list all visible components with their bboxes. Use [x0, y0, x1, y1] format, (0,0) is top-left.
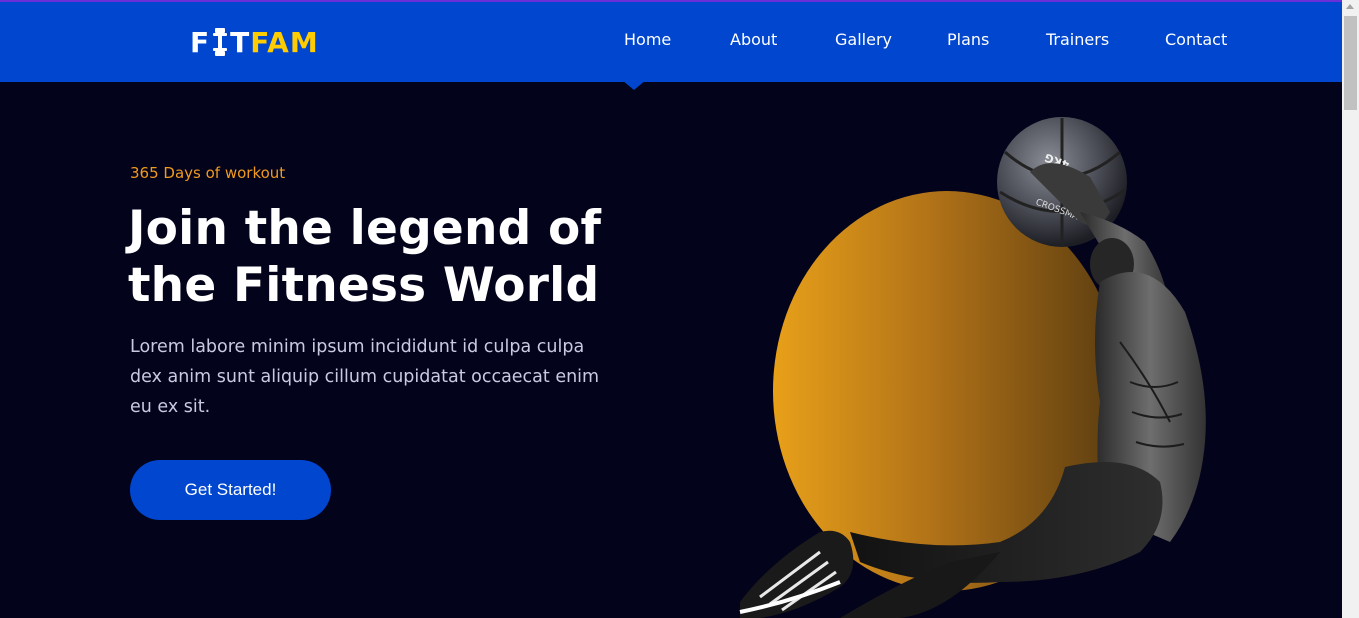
scrollbar-thumb[interactable]	[1344, 16, 1357, 110]
nav-gallery[interactable]: Gallery	[835, 30, 892, 49]
athlete-illustration: CROSSMAXX 4KG	[739, 117, 1206, 618]
get-started-button[interactable]: Get Started!	[130, 460, 331, 520]
hero-description: Lorem labore minim ipsum incididunt id c…	[130, 337, 600, 417]
main-nav: Home About Gallery Plans Trainers Contac…	[0, 2, 1342, 82]
nav-contact[interactable]: Contact	[1165, 30, 1227, 49]
nav-trainers[interactable]: Trainers	[1046, 30, 1109, 49]
hero-subtitle: 365 Days of workout	[130, 164, 286, 182]
vertical-scrollbar[interactable]	[1342, 0, 1359, 618]
active-nav-indicator	[622, 80, 646, 90]
nav-home[interactable]: Home	[624, 30, 671, 49]
scroll-up-arrow-icon[interactable]	[1346, 4, 1354, 9]
hero-title: Join the legend of the Fitness World	[128, 201, 602, 313]
navbar: F T FAM Home About Gallery Plans Trainer…	[0, 2, 1342, 82]
hero-image: CROSSMAXX 4KG	[700, 82, 1342, 618]
nav-about[interactable]: About	[730, 30, 777, 49]
nav-plans[interactable]: Plans	[947, 30, 989, 49]
